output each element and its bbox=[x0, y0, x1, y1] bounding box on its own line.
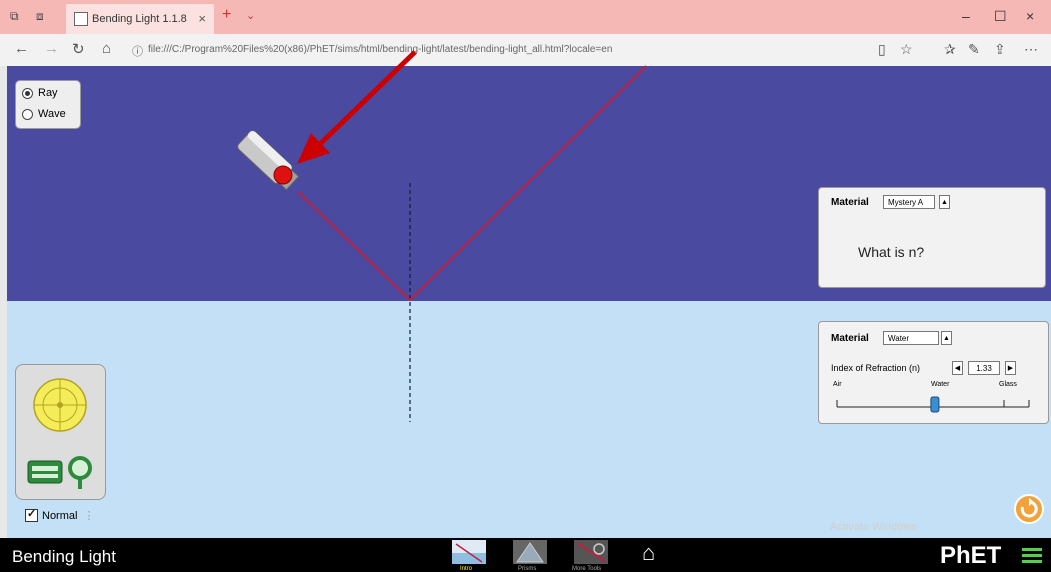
prisms-screen-icon bbox=[516, 542, 544, 563]
view-mode-panel: Ray Wave bbox=[15, 80, 81, 129]
laser-pointer[interactable] bbox=[236, 129, 301, 192]
bottom-material-combo[interactable]: Water bbox=[883, 331, 939, 345]
top-material-question: What is n? bbox=[858, 244, 925, 260]
screen-more-tools-label: More Tools bbox=[572, 566, 602, 572]
sim-title: Bending Light bbox=[12, 547, 116, 566]
intensity-meter-icon[interactable] bbox=[27, 456, 92, 489]
index-increment-button[interactable]: ▶ bbox=[1005, 361, 1016, 375]
normal-checkbox-box[interactable] bbox=[25, 507, 38, 522]
ray-label: Ray bbox=[38, 87, 58, 99]
normal-separator: ⋮ bbox=[83, 510, 95, 522]
top-material-panel: Material Mystery A ▲ What is n? bbox=[818, 187, 1046, 288]
protractor-icon[interactable] bbox=[33, 378, 87, 432]
top-material-label: Material bbox=[831, 197, 869, 208]
menu-icon[interactable] bbox=[1022, 548, 1042, 564]
wave-option[interactable]: Wave bbox=[22, 108, 66, 120]
screen-intro-button[interactable] bbox=[452, 540, 486, 564]
index-decrement-button[interactable]: ◀ bbox=[952, 361, 963, 375]
bottom-material-panel: Material Water ▲ Index of Refraction (n)… bbox=[818, 321, 1049, 424]
scale-air-label: Air bbox=[833, 381, 842, 388]
ray-option[interactable]: Ray bbox=[22, 87, 58, 99]
slider-thumb[interactable] bbox=[930, 396, 940, 413]
top-material-dropdown-icon[interactable]: ▲ bbox=[939, 195, 950, 209]
bottom-material-label: Material bbox=[831, 333, 869, 344]
bottom-material-dropdown-icon[interactable]: ▲ bbox=[941, 331, 952, 345]
normal-checkbox[interactable]: Normal ⋮ bbox=[25, 507, 95, 522]
ray-radio[interactable] bbox=[22, 87, 33, 99]
index-of-refraction-label: Index of Refraction (n) bbox=[831, 363, 921, 373]
annotation-arrow bbox=[297, 50, 417, 164]
laser-button[interactable] bbox=[273, 165, 293, 185]
wave-radio[interactable] bbox=[22, 108, 33, 120]
phet-logo[interactable]: PhET bbox=[940, 542, 1001, 570]
intro-screen-icon bbox=[452, 543, 486, 564]
screen-more-tools-button[interactable] bbox=[574, 540, 608, 564]
reset-icon bbox=[1020, 498, 1038, 518]
toolbox-tools bbox=[27, 378, 92, 489]
watermark-title: Activate Windows bbox=[830, 521, 917, 533]
screen-prisms-label: Prisms bbox=[518, 566, 537, 572]
incident-ray bbox=[297, 191, 411, 301]
screen-intro-label: Intro bbox=[460, 566, 473, 572]
more-tools-screen-icon bbox=[576, 542, 606, 562]
index-value-field: 1.33 bbox=[968, 361, 1000, 375]
scale-glass-label: Glass bbox=[999, 381, 1017, 388]
home-screen-icon[interactable]: ⌂ bbox=[642, 540, 655, 566]
top-material-combo[interactable]: Mystery A bbox=[883, 195, 935, 209]
toolbox-panel bbox=[15, 364, 106, 500]
reflected-ray bbox=[409, 65, 647, 301]
scale-water-label: Water bbox=[931, 381, 950, 388]
wave-label: Wave bbox=[38, 108, 66, 120]
reset-all-button[interactable] bbox=[1014, 494, 1044, 524]
normal-label: Normal bbox=[42, 509, 78, 522]
screen-prisms-button[interactable] bbox=[513, 540, 547, 564]
index-slider[interactable] bbox=[833, 391, 1033, 413]
